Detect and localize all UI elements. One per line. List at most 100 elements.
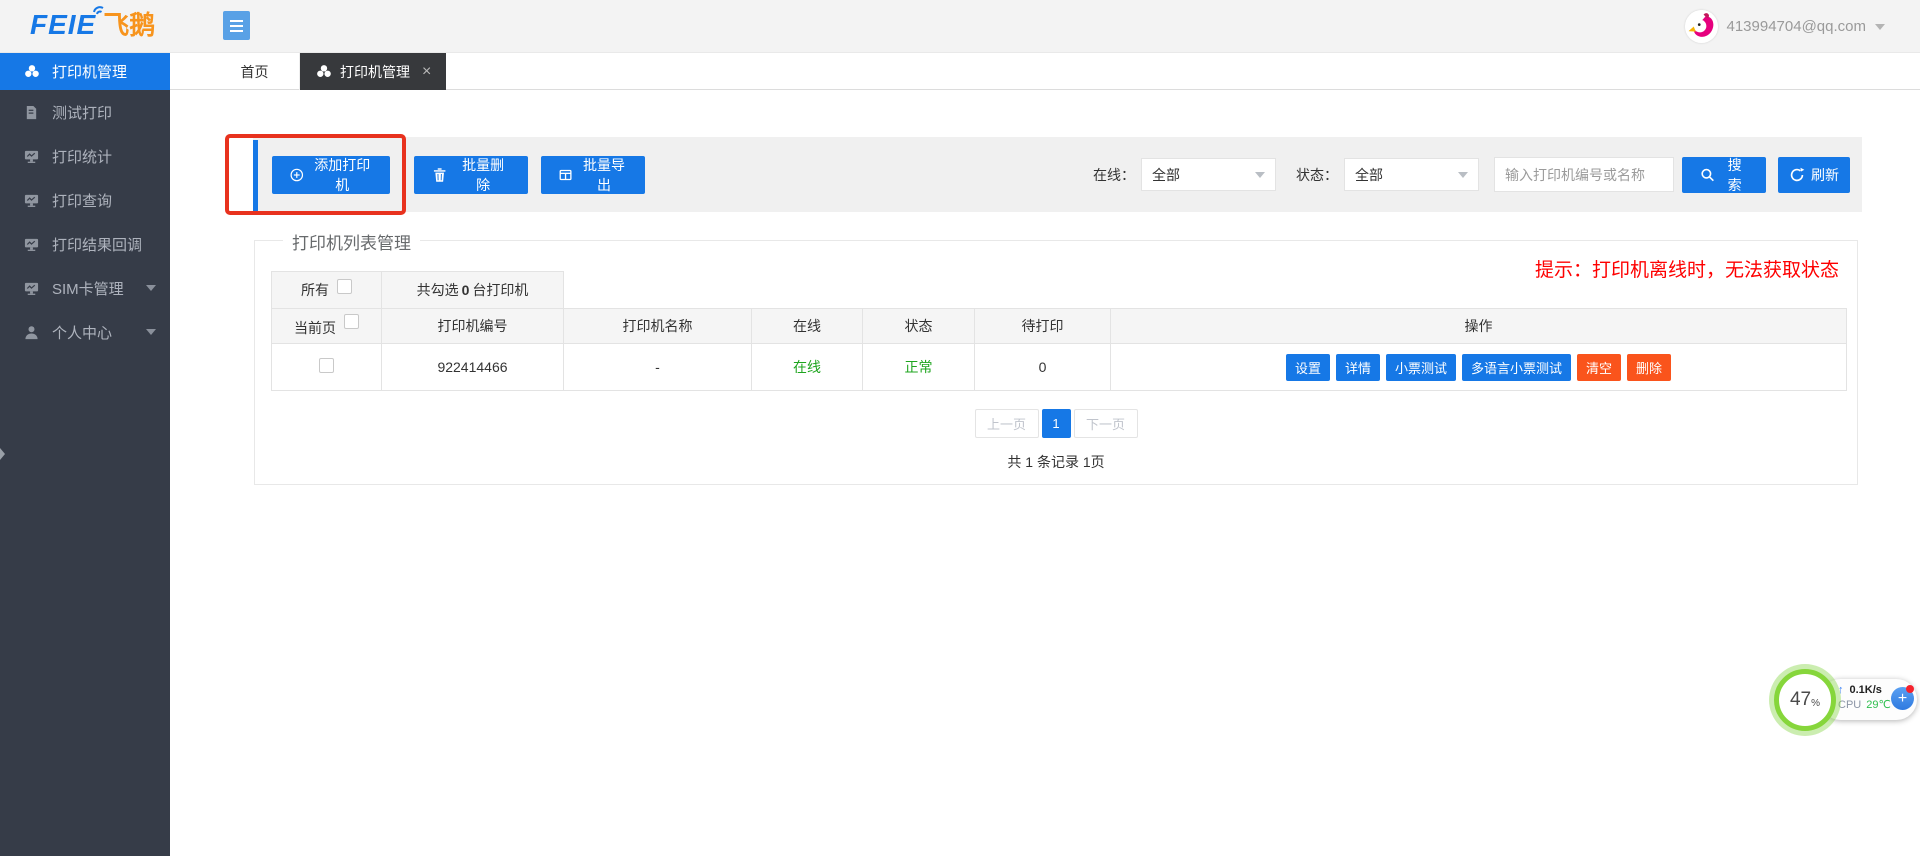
user-email: 413994704@qq.com <box>1727 18 1867 35</box>
tab-home[interactable]: 首页 <box>210 53 300 90</box>
monitor-icon <box>23 149 40 164</box>
delete-button[interactable]: 删除 <box>1627 354 1671 381</box>
settings-button[interactable]: 设置 <box>1286 354 1330 381</box>
header-actions: 操作 <box>1111 309 1847 344</box>
monitor-icon <box>23 281 40 296</box>
sidebar-item-test-print[interactable]: 测试打印 <box>0 90 170 134</box>
printer-icon <box>315 64 332 79</box>
next-page-button[interactable]: 下一页 <box>1074 409 1138 438</box>
batch-delete-button[interactable]: 批量删除 <box>414 156 528 194</box>
file-icon <box>23 105 40 120</box>
refresh-button-label: 刷新 <box>1811 165 1839 185</box>
add-printer-button[interactable]: 添加打印机 <box>272 156 390 194</box>
select-page-checkbox[interactable] <box>344 314 359 329</box>
current-page-button[interactable]: 1 <box>1042 409 1071 438</box>
search-icon <box>1700 167 1715 183</box>
refresh-icon <box>1789 167 1805 183</box>
chevron-down-icon <box>1255 172 1265 178</box>
cell-name: - <box>564 344 752 391</box>
monitor-icon <box>23 237 40 252</box>
table-header-row: 当前页 打印机编号 打印机名称 在线 状态 待打印 操作 <box>272 309 1847 344</box>
sidebar-item-personal-center[interactable]: 个人中心 <box>0 310 170 354</box>
batch-export-label: 批量导出 <box>581 155 627 195</box>
refresh-button[interactable]: 刷新 <box>1778 157 1850 193</box>
cell-sn: 922414466 <box>382 344 564 391</box>
filter-group: 在线： 全部 状态： 全部 搜索 刷新 <box>1093 157 1862 193</box>
notification-dot <box>1906 685 1914 693</box>
sidebar-item-printer-management[interactable]: 打印机管理 <box>0 53 170 90</box>
cell-online: 在线 <box>752 344 863 391</box>
table-row: 922414466 - 在线 正常 0 设置 详情 小票测试 多语言小票测试 清… <box>272 344 1847 391</box>
pagination: 上一页 1 下一页 <box>255 409 1857 438</box>
upload-arrow-icon: ↑ <box>1838 683 1844 698</box>
printer-list-panel: 打印机列表管理 提示：打印机离线时，无法获取状态 所有 共勾选 0 台打印机 当… <box>254 240 1858 485</box>
avatar <box>1685 10 1718 43</box>
selected-prefix: 共勾选 <box>417 280 459 300</box>
monitor-stats: ↑ 0.1K/s CPU 29℃ <box>1838 683 1898 713</box>
export-grid-icon <box>559 167 572 183</box>
chevron-down-icon <box>146 329 156 335</box>
status-filter-value: 全部 <box>1355 165 1383 185</box>
chevron-down-icon <box>1875 24 1885 30</box>
cpu-usage-ring[interactable]: 47 % <box>1774 669 1836 731</box>
printer-icon <box>23 64 40 79</box>
select-all-checkbox[interactable] <box>337 279 352 294</box>
sidebar-item-print-callback[interactable]: 打印结果回调 <box>0 222 170 266</box>
prev-page-button[interactable]: 上一页 <box>975 409 1039 438</box>
chevron-down-icon <box>1458 172 1468 178</box>
close-icon[interactable]: × <box>422 63 431 81</box>
selected-summary: 共勾选 0 台打印机 <box>382 272 563 308</box>
tab-home-label: 首页 <box>241 62 269 82</box>
status-filter-select[interactable]: 全部 <box>1344 158 1479 191</box>
multilang-receipt-test-button[interactable]: 多语言小票测试 <box>1462 354 1571 381</box>
cpu-label: CPU <box>1838 698 1861 713</box>
search-button[interactable]: 搜索 <box>1682 157 1766 193</box>
chevron-down-icon <box>146 285 156 291</box>
percent-sign: % <box>1811 698 1820 709</box>
sidebar-collapse-handle[interactable] <box>0 448 5 460</box>
batch-export-button[interactable]: 批量导出 <box>541 156 645 194</box>
cpu-percent-value: 47 <box>1790 689 1811 711</box>
tab-printer-management[interactable]: 打印机管理 × <box>300 53 446 90</box>
header-page-select: 当前页 <box>272 309 382 344</box>
sidebar-item-sim-management[interactable]: SIM卡管理 <box>0 266 170 310</box>
wifi-arcs-icon <box>90 3 108 15</box>
feie-logo: FEIE 飞鹅 <box>30 10 155 40</box>
user-menu[interactable]: 413994704@qq.com <box>1685 0 1886 53</box>
online-filter-select[interactable]: 全部 <box>1141 158 1276 191</box>
sidebar: 打印机管理 测试打印 打印统计 打印查询 打印结果回调 SIM卡管理 个人中心 <box>0 53 170 856</box>
plus-circle-icon <box>290 167 304 183</box>
sidebar-item-label: 打印查询 <box>52 190 112 211</box>
sidebar-item-print-query[interactable]: 打印查询 <box>0 178 170 222</box>
search-button-label: 搜索 <box>1721 155 1748 195</box>
search-input[interactable] <box>1494 157 1674 192</box>
sidebar-item-label: 打印结果回调 <box>52 234 142 255</box>
tab-bar: 首页 打印机管理 × <box>170 53 1920 90</box>
trash-icon <box>432 167 447 183</box>
header-page-select-label: 当前页 <box>294 320 336 336</box>
panel-title: 打印机列表管理 <box>283 229 420 254</box>
sidebar-item-label: 打印统计 <box>52 146 112 167</box>
add-printer-label: 添加打印机 <box>313 155 372 195</box>
select-all-bar: 所有 共勾选 0 台打印机 <box>271 271 564 309</box>
top-header: FEIE 飞鹅 413994704@qq.com <box>0 0 1920 53</box>
clear-button[interactable]: 清空 <box>1577 354 1621 381</box>
sidebar-item-print-stats[interactable]: 打印统计 <box>0 134 170 178</box>
row-actions: 设置 详情 小票测试 多语言小票测试 清空 删除 <box>1111 354 1846 381</box>
toolbar: 添加打印机 批量删除 批量导出 在线： 全部 状态： 全部 搜索 刷新 <box>253 137 1862 212</box>
upload-speed: 0.1K/s <box>1850 683 1882 698</box>
cpu-temperature: 29℃ <box>1866 698 1891 713</box>
status-filter-label: 状态： <box>1296 165 1338 185</box>
online-filter-value: 全部 <box>1152 165 1180 185</box>
header-online: 在线 <box>752 309 863 344</box>
receipt-test-button[interactable]: 小票测试 <box>1386 354 1456 381</box>
row-checkbox[interactable] <box>319 358 334 373</box>
monitor-icon <box>23 193 40 208</box>
header-pending: 待打印 <box>975 309 1111 344</box>
sidebar-toggle-button[interactable] <box>223 11 250 40</box>
details-button[interactable]: 详情 <box>1336 354 1380 381</box>
header-sn: 打印机编号 <box>382 309 564 344</box>
tab-active-label: 打印机管理 <box>340 62 410 82</box>
header-status: 状态 <box>863 309 975 344</box>
record-summary: 共 1 条记录 1页 <box>255 452 1857 472</box>
